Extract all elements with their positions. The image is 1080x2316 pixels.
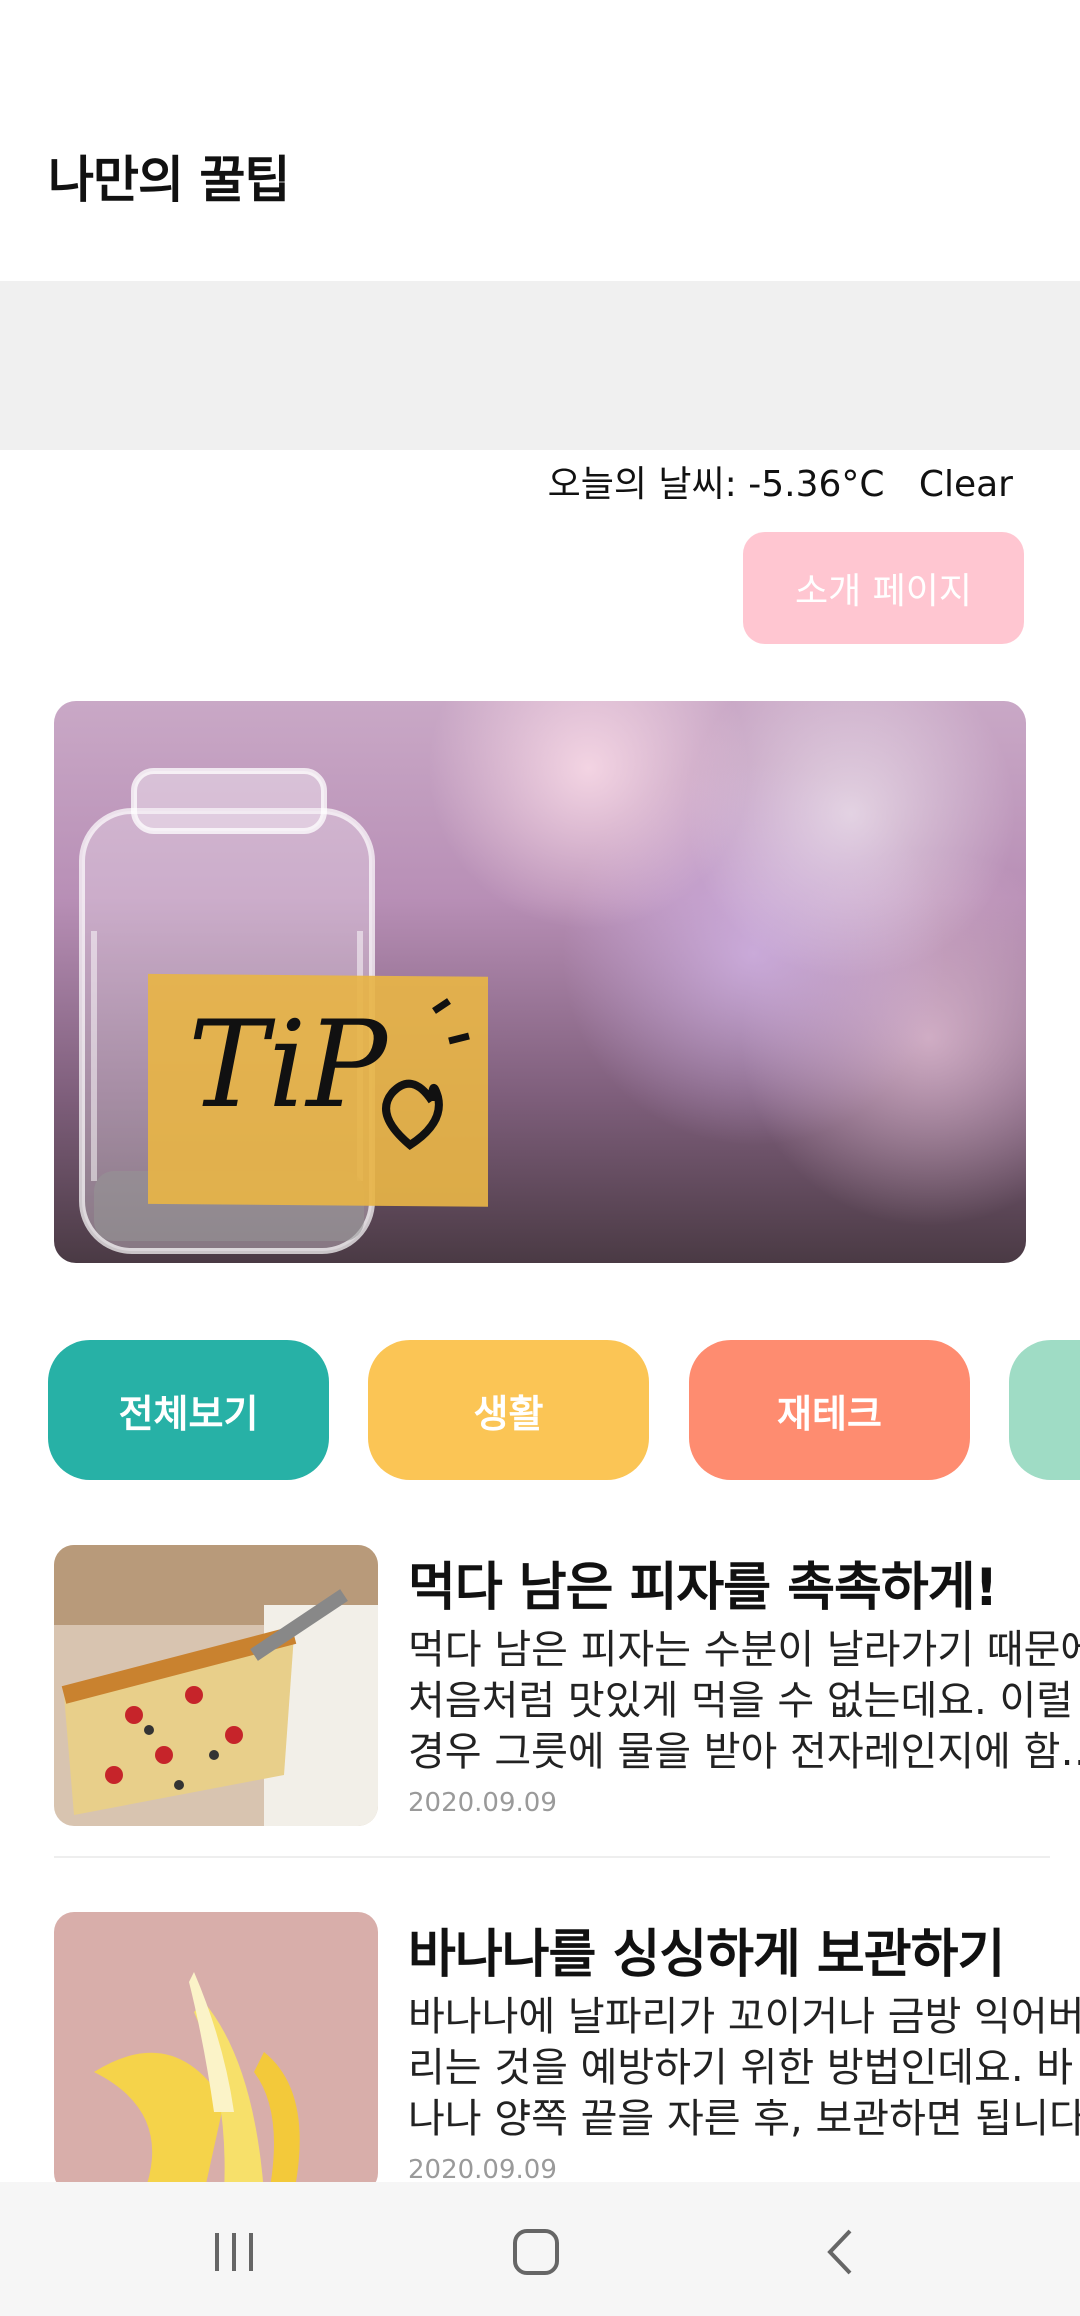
system-nav-bar <box>0 2182 1080 2316</box>
back-icon[interactable] <box>800 2212 880 2292</box>
post-thumbnail <box>54 1545 378 1826</box>
tip-label-text: TiP <box>188 996 389 1135</box>
category-finance-button[interactable]: 재테크 <box>689 1340 970 1480</box>
post-date: 2020.09.09 <box>408 1788 557 1818</box>
category-more-button[interactable] <box>1009 1340 1080 1480</box>
category-all-button[interactable]: 전체보기 <box>48 1340 329 1480</box>
app-header: 나만의 꿀팁 <box>0 0 1080 281</box>
post-summary: 먹다 남은 피자는 수분이 날라가기 때문에 처음처럼 맛있게 먹을 수 없는데… <box>408 1627 1080 1775</box>
category-life-button[interactable]: 생활 <box>368 1340 649 1480</box>
weather-text: 오늘의 날씨: -5.36°C Clear <box>547 464 1013 505</box>
post-summary: 바나나에 날파리가 꼬이거나 금방 익어버리는 것을 예방하기 위한 방법인데요… <box>408 1994 1080 2142</box>
post-date: 2020.09.09 <box>408 2155 557 2185</box>
recent-apps-icon[interactable] <box>194 2212 274 2292</box>
post-title: 바나나를 싱싱하게 보관하기 <box>408 1925 1005 1985</box>
banana-photo-icon <box>54 1912 378 2193</box>
post-item-pizza[interactable]: 먹다 남은 피자를 촉촉하게! 먹다 남은 피자는 수분이 날라가기 때문에 처… <box>54 1545 1080 1845</box>
category-tabs: 전체보기 생활 재테크 <box>0 1340 1080 1480</box>
pizza-photo-icon <box>54 1545 378 1826</box>
post-divider <box>54 1856 1050 1858</box>
post-title: 먹다 남은 피자를 촉촉하게! <box>408 1558 998 1618</box>
post-thumbnail <box>54 1912 378 2193</box>
intro-page-button[interactable]: 소개 페이지 <box>743 532 1024 644</box>
banner-ad-area <box>0 281 1080 450</box>
home-icon[interactable] <box>496 2212 576 2292</box>
page-title: 나만의 꿀팁 <box>48 151 290 209</box>
post-item-banana[interactable]: 바나나를 싱싱하게 보관하기 바나나에 날파리가 꼬이거나 금방 익어버리는 것… <box>54 1912 1080 2193</box>
hero-image: TiP <box>54 701 1026 1263</box>
tip-jar-illustration: TiP <box>79 768 488 1254</box>
